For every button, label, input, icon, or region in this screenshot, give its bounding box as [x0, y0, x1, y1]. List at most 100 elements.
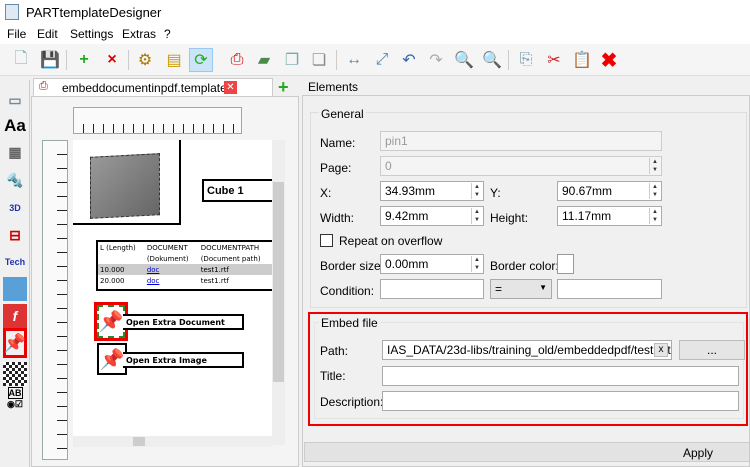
- title-bar: PARTtemplateDesigner: [0, 0, 750, 24]
- page-field[interactable]: 0 ▲ ▼: [380, 156, 662, 176]
- menu-extras[interactable]: Extras: [122, 27, 156, 41]
- settings-gear-icon[interactable]: ⚙: [133, 48, 157, 72]
- delete-icon[interactable]: ✖: [597, 48, 621, 72]
- border-color-swatch[interactable]: [557, 254, 574, 274]
- fit-page-icon[interactable]: ⤢: [370, 48, 394, 72]
- clear-path-button[interactable]: x: [654, 343, 668, 357]
- repeat-overflow-label: Repeat on overflow: [339, 234, 443, 248]
- general-title: General: [319, 107, 366, 121]
- doc-link[interactable]: doc: [147, 277, 160, 285]
- zoom-in-icon[interactable]: 🔍: [480, 48, 504, 72]
- pin-icon: 📌: [97, 305, 125, 338]
- border-size-field[interactable]: 0.00mm ▲ ▼: [380, 254, 484, 274]
- condition-operator-select[interactable]: = ▼: [490, 279, 552, 299]
- spin-arrows-icon[interactable]: ▲ ▼: [649, 208, 660, 224]
- canvas-horizontal-scrollbar[interactable]: [73, 436, 273, 447]
- undo-icon[interactable]: ↶: [397, 48, 421, 72]
- menu-settings[interactable]: Settings: [70, 27, 113, 41]
- image-icon[interactable]: [3, 277, 27, 301]
- browse-button[interactable]: ...: [679, 340, 745, 360]
- x-value: 34.93mm: [385, 184, 436, 198]
- new-document-icon[interactable]: 🗋: [9, 48, 33, 72]
- copy-icon[interactable]: ⎘: [514, 48, 538, 72]
- menu-bar: File Edit Settings Extras ?: [0, 24, 750, 44]
- dimension-icon[interactable]: ⊟: [3, 223, 27, 247]
- tab-label: embeddocumentinpdf.template: [62, 81, 227, 95]
- refresh-icon[interactable]: ⟳: [189, 48, 213, 72]
- apply-button[interactable]: Apply: [683, 446, 713, 460]
- cube-label[interactable]: Cube 1: [202, 179, 274, 202]
- page-layout-icon[interactable]: ▤: [162, 48, 186, 72]
- delete-page-icon[interactable]: ×: [100, 48, 124, 72]
- add-page-icon[interactable]: +: [72, 48, 96, 72]
- close-tab-icon[interactable]: ✕: [224, 81, 237, 94]
- flash-icon[interactable]: f: [3, 304, 27, 328]
- menu-edit[interactable]: Edit: [37, 27, 58, 41]
- form-fields-icon[interactable]: AB ◉☑: [3, 386, 27, 410]
- title-field[interactable]: [382, 366, 739, 386]
- repeat-overflow-checkbox[interactable]: [320, 234, 333, 247]
- width-field[interactable]: 9.42mm ▲ ▼: [380, 206, 484, 226]
- bolt-image-icon[interactable]: 🔩: [3, 168, 27, 192]
- horizontal-ruler: [73, 107, 242, 134]
- document-table[interactable]: L (Length) DOCUMENT DOCUMENTPATH (Dokument…: [96, 240, 274, 291]
- cut-icon[interactable]: ✂: [542, 48, 566, 72]
- cube-image: [90, 153, 160, 219]
- apply-bar: Apply: [304, 442, 750, 462]
- frame-icon[interactable]: ▭: [3, 88, 27, 112]
- name-field[interactable]: pin1: [380, 131, 662, 151]
- page-label: Page:: [320, 161, 352, 175]
- tech-dimension-icon[interactable]: Tech: [3, 250, 27, 274]
- condition-left-field[interactable]: [380, 279, 484, 299]
- export-pdf-icon[interactable]: ⎙: [225, 48, 249, 72]
- main-toolbar: 🗋 💾 + × ⚙ ▤ ⟳ ⎙ ▰ ❐ ❏ ↔ ⤢ ↶ ↷ 🔍 🔍 ⎘ ✂ 📋 …: [0, 44, 750, 76]
- send-back-icon[interactable]: ❏: [307, 48, 331, 72]
- toolbar-separator: [336, 50, 337, 70]
- tab-embeddocumentinpdf[interactable]: ⎙ embeddocumentinpdf.template ✕: [33, 78, 273, 96]
- height-field[interactable]: 11.17mm ▲ ▼: [557, 206, 662, 226]
- path-field[interactable]: IAS_DATA/23d-libs/training_old/embeddedp…: [382, 340, 672, 360]
- table-cell: 20.000: [100, 276, 125, 285]
- layer-icon[interactable]: ▰: [252, 48, 276, 72]
- bring-front-icon[interactable]: ❐: [280, 48, 304, 72]
- save-icon[interactable]: 💾: [38, 48, 62, 72]
- condition-right-field[interactable]: [557, 279, 662, 299]
- page-value: 0: [385, 159, 392, 173]
- spin-arrows-icon[interactable]: ▲ ▼: [649, 158, 660, 174]
- spin-arrows-icon[interactable]: ▲ ▼: [471, 256, 482, 272]
- bolt-3d-icon[interactable]: 3D: [3, 196, 27, 220]
- pin-icon[interactable]: 📌: [3, 328, 27, 358]
- spin-arrows-icon[interactable]: ▲ ▼: [471, 208, 482, 224]
- condition-label: Condition:: [320, 284, 375, 298]
- redo-icon[interactable]: ↷: [424, 48, 448, 72]
- radio-check-icon: ◉☑: [7, 398, 23, 409]
- description-field[interactable]: [382, 391, 739, 411]
- description-label: Description:: [320, 395, 384, 409]
- menu-help[interactable]: ?: [164, 27, 171, 41]
- add-tab-icon[interactable]: +: [278, 77, 289, 98]
- scrollbar-thumb[interactable]: [273, 182, 284, 382]
- menu-file[interactable]: File: [7, 27, 26, 41]
- height-value: 11.17mm: [562, 209, 612, 223]
- element-toolbar: ▭ Aa ▦ 🔩 3D ⊟ Tech f 📌 AB ◉☑: [0, 80, 30, 467]
- table-cell: test1.rtf: [200, 276, 229, 285]
- border-color-label: Border color:: [490, 259, 559, 273]
- spin-arrows-icon[interactable]: ▲ ▼: [471, 183, 482, 199]
- scrollbar-thumb[interactable]: [133, 437, 145, 446]
- table-icon[interactable]: ▦: [3, 140, 27, 164]
- fit-width-icon[interactable]: ↔: [342, 48, 366, 72]
- document-tabs: ⎙ embeddocumentinpdf.template ✕ +: [31, 77, 301, 98]
- text-icon[interactable]: Aa: [3, 114, 27, 138]
- title-label: Title:: [320, 369, 346, 383]
- pin2-label[interactable]: Open Extra Image: [123, 352, 244, 368]
- zoom-out-icon[interactable]: 🔍: [452, 48, 476, 72]
- y-field[interactable]: 90.67mm ▲ ▼: [557, 181, 662, 201]
- spin-arrows-icon[interactable]: ▲ ▼: [649, 183, 660, 199]
- app-icon: [5, 4, 19, 20]
- doc-link[interactable]: doc: [147, 266, 160, 274]
- paste-icon[interactable]: 📋: [570, 48, 594, 72]
- x-field[interactable]: 34.93mm ▲ ▼: [380, 181, 484, 201]
- pin1-label[interactable]: Open Extra Document: [123, 314, 244, 330]
- qr-code-icon[interactable]: [3, 362, 27, 386]
- toolbar-separator: [128, 50, 129, 70]
